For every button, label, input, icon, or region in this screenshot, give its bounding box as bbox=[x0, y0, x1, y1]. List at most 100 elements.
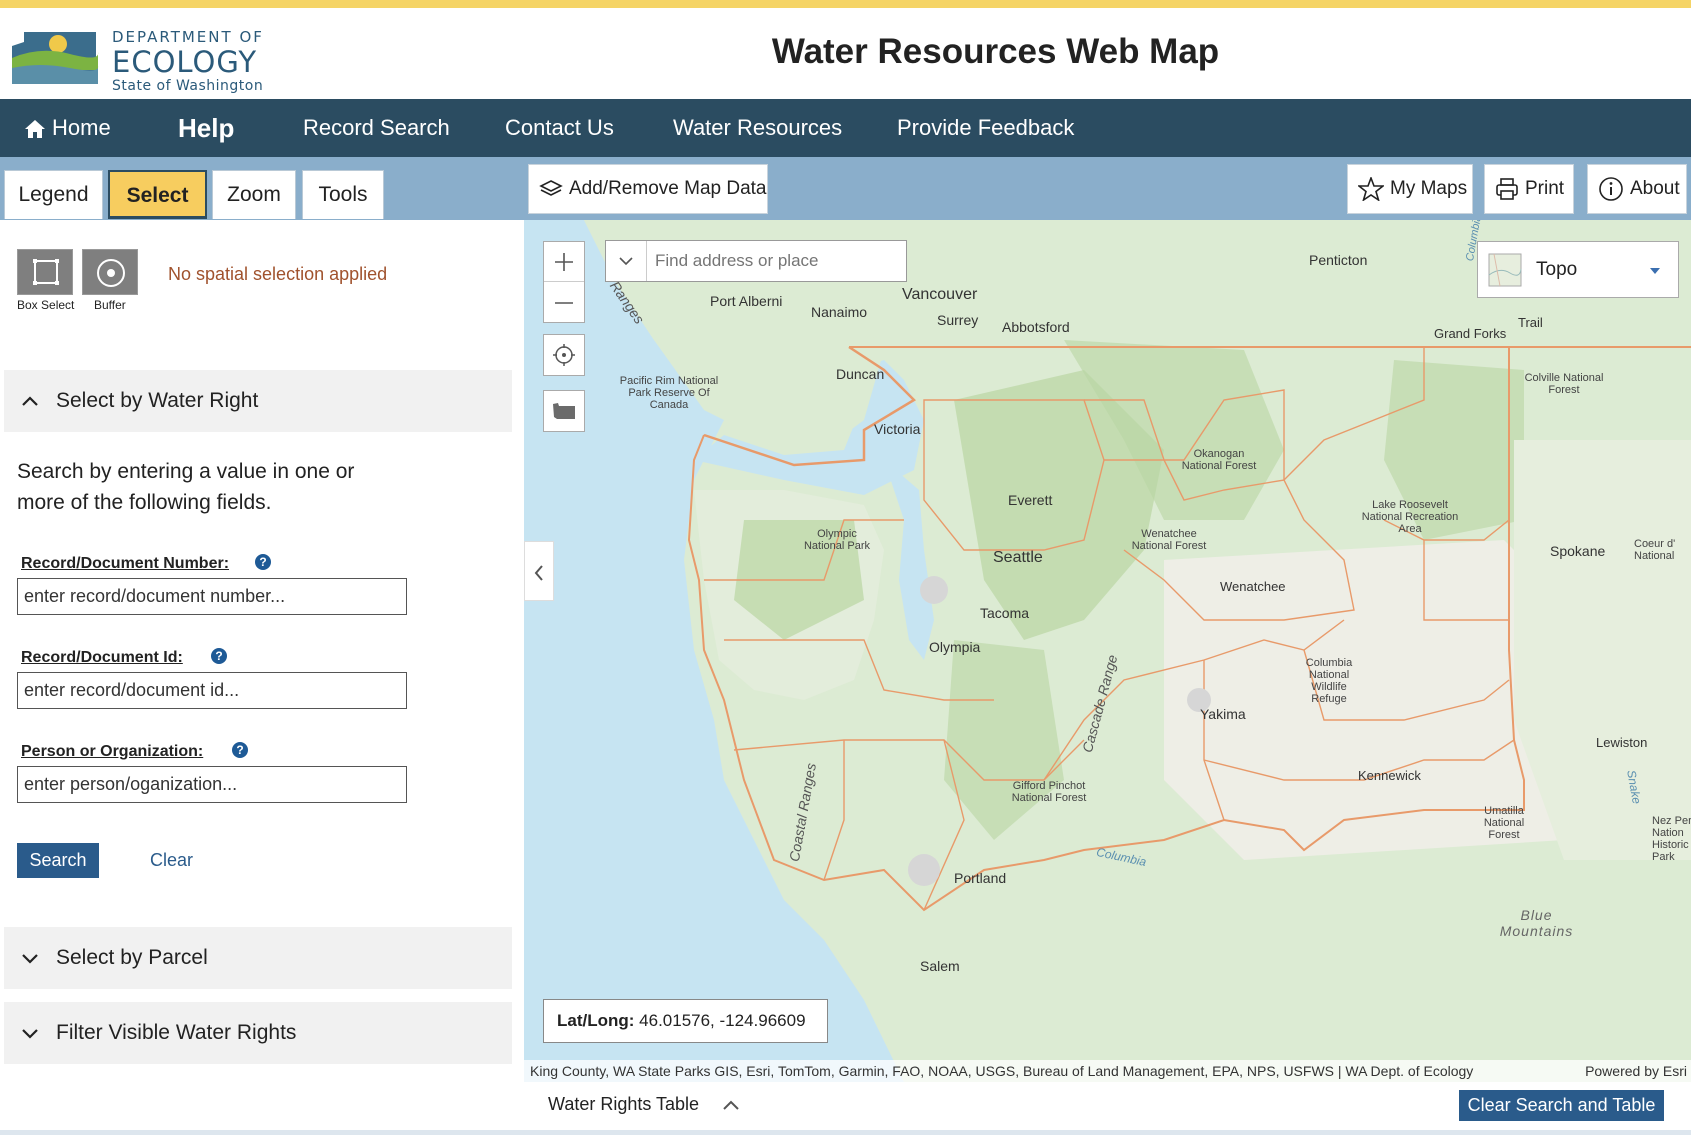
buffer-icon bbox=[97, 259, 125, 287]
buffer-tool[interactable] bbox=[82, 249, 138, 295]
clear-button[interactable]: Clear bbox=[150, 850, 193, 871]
zoom-out-icon bbox=[555, 302, 573, 304]
bottom-divider bbox=[0, 1130, 1691, 1135]
collapse-panel-icon bbox=[534, 565, 543, 581]
tab-select[interactable]: Select bbox=[108, 170, 207, 219]
attribution-text: King County, WA State Parks GIS, Esri, T… bbox=[530, 1063, 1474, 1079]
nav-home-label: Home bbox=[52, 115, 111, 140]
about-label: About bbox=[1630, 178, 1680, 199]
record-id-help-icon[interactable]: ? bbox=[211, 648, 227, 664]
map-label-lewiston: Lewiston bbox=[1596, 735, 1648, 750]
find-address-input[interactable] bbox=[646, 241, 904, 281]
nav-contact-us[interactable]: Contact Us bbox=[505, 99, 614, 157]
map-label-columbia-nwr: Columbia National Wildlife Refuge bbox=[1305, 657, 1353, 705]
map-label-duncan: Duncan bbox=[836, 366, 885, 382]
section-select-by-water-right[interactable]: Select by Water Right bbox=[4, 370, 512, 432]
nav-home[interactable]: Home bbox=[24, 99, 111, 157]
nav-record-search[interactable]: Record Search bbox=[303, 99, 450, 157]
person-input[interactable] bbox=[17, 766, 407, 803]
map-toolbar: Legend Select Zoom Tools Add/Remove Map … bbox=[0, 157, 1691, 220]
section-parcel-label: Select by Parcel bbox=[56, 946, 208, 969]
buffer-label: Buffer bbox=[94, 298, 126, 312]
box-select-tool[interactable] bbox=[17, 249, 73, 295]
map-label-coeur: Coeur d' National bbox=[1634, 538, 1676, 562]
basemap-label: Topo bbox=[1536, 259, 1578, 280]
selection-status: No spatial selection applied bbox=[168, 264, 388, 284]
box-select-icon bbox=[33, 259, 59, 285]
bottom-bar: Water Rights Table Clear Search and Tabl… bbox=[524, 1082, 1691, 1130]
map-label-spokane: Spokane bbox=[1550, 543, 1606, 559]
map-label-grand-forks: Grand Forks bbox=[1434, 326, 1507, 341]
add-remove-map-data-button[interactable]: Add/Remove Map Data bbox=[528, 164, 768, 214]
locate-button[interactable] bbox=[543, 334, 585, 376]
basemap-selector[interactable]: Topo bbox=[1477, 241, 1679, 298]
map-view[interactable]: Penticton Port Alberni Nanaimo Vancouver… bbox=[524, 220, 1691, 1082]
map-label-tacoma: Tacoma bbox=[980, 605, 1030, 621]
section-select-by-parcel[interactable]: Select by Parcel bbox=[4, 927, 512, 989]
record-number-input[interactable] bbox=[17, 578, 407, 615]
my-maps-button[interactable]: My Maps bbox=[1347, 164, 1473, 214]
map-label-pacific-rim: Pacific Rim National Park Reserve Of Can… bbox=[619, 375, 719, 411]
map-label-nanaimo: Nanaimo bbox=[811, 304, 868, 320]
tab-tools[interactable]: Tools bbox=[302, 170, 384, 219]
person-label: Person or Organization: bbox=[21, 743, 204, 760]
nav-help[interactable]: Help bbox=[178, 99, 234, 157]
header: DEPARTMENT OF ECOLOGY State of Washingto… bbox=[0, 8, 1691, 99]
record-number-help-icon[interactable]: ? bbox=[255, 554, 271, 570]
section-filter-visible-water-rights[interactable]: Filter Visible Water Rights bbox=[4, 1002, 512, 1064]
map-label-abbotsford: Abbotsford bbox=[1002, 319, 1070, 335]
map-label-wenatchee: Wenatchee bbox=[1220, 579, 1286, 594]
powered-by-esri[interactable]: Powered by Esri bbox=[1585, 1060, 1687, 1082]
basemap-thumbnail-icon bbox=[1488, 253, 1522, 287]
about-button[interactable]: About bbox=[1587, 164, 1687, 214]
chevron-down-icon bbox=[4, 927, 56, 989]
record-id-label: Record/Document Id: bbox=[21, 649, 183, 666]
map-label-surrey: Surrey bbox=[937, 312, 979, 328]
map-label-kennewick: Kennewick bbox=[1358, 768, 1421, 783]
select-panel: Box Select Buffer No spatial selection a… bbox=[0, 220, 524, 1135]
main-nav: Home Help Record Search Contact Us Water… bbox=[0, 99, 1691, 157]
lat-long-label: Lat/Long: bbox=[557, 1011, 635, 1030]
zoom-in-icon bbox=[555, 253, 573, 271]
map-label-olympia: Olympia bbox=[929, 639, 981, 655]
map-label-penticton: Penticton bbox=[1309, 252, 1368, 268]
search-button[interactable]: Search bbox=[17, 843, 99, 878]
map-label-blue-mountains: Blue Mountains bbox=[1499, 907, 1574, 939]
layers-icon bbox=[539, 180, 563, 196]
map-attribution: King County, WA State Parks GIS, Esri, T… bbox=[524, 1060, 1691, 1082]
map-label-olympic: Olympic National Park bbox=[803, 528, 871, 552]
map-label-colville: Colville National Forest bbox=[1524, 372, 1604, 396]
nav-provide-feedback[interactable]: Provide Feedback bbox=[897, 99, 1074, 157]
zoom-in-button[interactable] bbox=[544, 242, 584, 282]
map-label-portland: Portland bbox=[954, 870, 1007, 886]
map-label-nez-perce: Nez Per Nation Historic Park bbox=[1652, 815, 1691, 863]
my-maps-label: My Maps bbox=[1390, 178, 1468, 199]
search-source-dropdown[interactable] bbox=[606, 241, 646, 281]
nav-water-resources[interactable]: Water Resources bbox=[673, 99, 842, 157]
zoom-out-button[interactable] bbox=[544, 283, 584, 323]
star-icon bbox=[1356, 175, 1386, 202]
map-label-seattle: Seattle bbox=[993, 549, 1043, 566]
full-extent-button[interactable] bbox=[543, 390, 585, 432]
map-label-port-alberni: Port Alberni bbox=[710, 293, 783, 309]
tab-zoom[interactable]: Zoom bbox=[212, 170, 296, 219]
lat-long-value: 46.01576, -124.96609 bbox=[639, 1011, 806, 1030]
record-id-input[interactable] bbox=[17, 672, 407, 709]
lat-long-readout: Lat/Long: 46.01576, -124.96609 bbox=[543, 999, 828, 1043]
map-label-victoria: Victoria bbox=[874, 421, 921, 437]
zoom-controls bbox=[543, 241, 585, 323]
tab-legend[interactable]: Legend bbox=[4, 170, 103, 219]
print-button[interactable]: Print bbox=[1484, 164, 1574, 214]
dropdown-arrow-icon bbox=[1650, 268, 1660, 274]
collapse-panel-button[interactable] bbox=[524, 541, 554, 601]
clear-search-and-table-button[interactable]: Clear Search and Table bbox=[1459, 1090, 1664, 1121]
water-rights-table-toggle[interactable]: Water Rights Table bbox=[548, 1094, 740, 1115]
section-filter-label: Filter Visible Water Rights bbox=[56, 1021, 297, 1044]
printer-icon bbox=[1496, 178, 1518, 200]
water-rights-table-label: Water Rights Table bbox=[548, 1094, 700, 1114]
search-description: Search by entering a value in one or mor… bbox=[17, 460, 355, 514]
person-help-icon[interactable]: ? bbox=[232, 742, 248, 758]
map-label-wenatchee-nf: Wenatchee National Forest bbox=[1131, 528, 1207, 552]
map-label-umatilla: Umatilla National Forest bbox=[1483, 805, 1525, 841]
map-basemap bbox=[524, 220, 1691, 1082]
